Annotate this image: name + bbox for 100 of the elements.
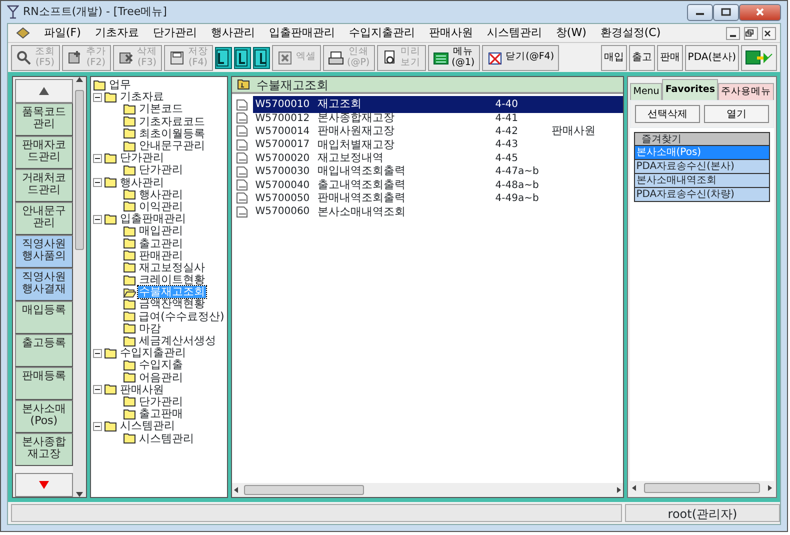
- panel-button[interactable]: 선택삭제: [635, 105, 700, 124]
- list-row[interactable]: W5700012 본사종합재고장 4-41: [232, 111, 624, 125]
- menu-shortcut-button[interactable]: 출고등록: [15, 334, 73, 367]
- tree-item[interactable]: 행사관리: [118, 176, 165, 189]
- tree-item[interactable]: 이익관리: [138, 200, 184, 213]
- tree-item[interactable]: 업무: [108, 79, 132, 92]
- tree-item[interactable]: 수입지출관리: [118, 347, 187, 360]
- collapse-toggle[interactable]: [92, 422, 102, 431]
- tree-item[interactable]: 입출판매관리: [118, 213, 187, 226]
- collapse-toggle[interactable]: [92, 348, 102, 358]
- collapse-toggle[interactable]: [92, 92, 102, 102]
- list-row[interactable]: W5700040 출고내역조회출력 4-48a~b: [232, 178, 624, 192]
- tree-item[interactable]: 행사관리: [138, 188, 184, 201]
- quick-button[interactable]: 판매: [656, 44, 683, 70]
- list-row[interactable]: W5700020 재고보정내역 4-45: [232, 152, 624, 165]
- tree-item[interactable]: 단가관리: [118, 152, 165, 164]
- tree-item[interactable]: 단가관리: [138, 164, 184, 176]
- scroll-right-icon[interactable]: [766, 484, 774, 492]
- menu-shortcut-button[interactable]: 판매자코 드관리: [15, 136, 73, 169]
- tree-item[interactable]: 급여(수수료정산): [138, 310, 226, 323]
- list-row[interactable]: W5700050 판매내역조회출력 4-49a~b: [232, 192, 624, 206]
- quick-button[interactable]: PDA(본사): [684, 44, 739, 70]
- panel-tab[interactable]: 주사용메뉴: [718, 83, 774, 100]
- tree-item[interactable]: 단가관리: [138, 396, 184, 408]
- scroll-down-icon[interactable]: [76, 492, 83, 497]
- tree-item[interactable]: 세금계산서생성: [138, 335, 217, 348]
- quick-button[interactable]: 출고: [628, 44, 655, 70]
- list-row[interactable]: W5700030 매입내역조회출력 4-47a~b: [232, 164, 624, 178]
- tree-item[interactable]: 시스템관리: [118, 420, 176, 432]
- toolbar-button[interactable]: 닫기(@F4): [482, 44, 560, 70]
- favorite-item[interactable]: PDA자료송수신(본사): [634, 160, 770, 174]
- menu-item[interactable]: 기초자료: [94, 24, 139, 42]
- mdi-restore-button[interactable]: [744, 26, 758, 40]
- scroll-right-icon[interactable]: [615, 486, 624, 494]
- tree-item[interactable]: 매입관리: [138, 225, 184, 238]
- tree-item[interactable]: 안내문구관리: [138, 140, 206, 152]
- tree-item[interactable]: 최초이월등록: [138, 128, 206, 140]
- quick-button[interactable]: 매입: [600, 44, 627, 70]
- collapse-toggle[interactable]: [92, 385, 102, 394]
- scroll-left-icon[interactable]: [630, 484, 638, 492]
- menu-item[interactable]: 입출판매관리: [268, 24, 335, 42]
- scroll-up-icon[interactable]: [76, 77, 83, 82]
- favorite-item[interactable]: 본사소매내역조회: [634, 174, 770, 188]
- scroll-left-icon[interactable]: [232, 486, 240, 494]
- menu-shortcut-button[interactable]: 안내문구 관리: [15, 202, 73, 235]
- scrollbar-thumb[interactable]: [74, 90, 84, 250]
- tree-item[interactable]: 기초자료코드: [138, 116, 206, 128]
- scroll-down-button[interactable]: [15, 473, 73, 497]
- list-row[interactable]: W5700017 매입처별재고장 4-43: [232, 138, 624, 152]
- panel-button[interactable]: 열기: [704, 105, 769, 124]
- panel-tab[interactable]: Favorites: [662, 79, 718, 100]
- menu-shortcut-button[interactable]: 판매등록: [15, 367, 73, 400]
- favorite-item[interactable]: PDA자료송수신(차량): [634, 188, 770, 202]
- scrollbar-thumb[interactable]: [644, 483, 760, 493]
- menu-item[interactable]: 파일(F): [44, 24, 81, 42]
- tree-item[interactable]: 수입지출: [138, 359, 184, 372]
- mdi-minimize-button[interactable]: [726, 26, 740, 40]
- list-row[interactable]: W5700060 본사소매내역조회: [232, 205, 624, 219]
- menu-shortcut-button[interactable]: 직영사원 행사품의: [15, 235, 73, 268]
- scrollbar-thumb[interactable]: [244, 485, 364, 495]
- panel-tab[interactable]: Menu: [630, 83, 662, 100]
- tree-item[interactable]: 기초자료: [118, 91, 165, 104]
- menu-item[interactable]: 수입지출관리: [348, 24, 415, 42]
- mdi-close-button[interactable]: [762, 26, 776, 40]
- tree-item[interactable]: 금액잔액현황: [138, 298, 206, 310]
- menu-shortcut-button[interactable]: 매입등록: [15, 301, 73, 334]
- tree-item[interactable]: 기본코드: [138, 103, 184, 116]
- scroll-up-button[interactable]: [15, 79, 73, 103]
- toolbar-button[interactable]: 메뉴 (@1): [428, 44, 480, 70]
- tree-item[interactable]: 어음관리: [138, 372, 184, 384]
- tree-item[interactable]: 출고판매: [138, 408, 184, 420]
- menu-item[interactable]: 단가관리: [152, 24, 197, 42]
- exit-button[interactable]: [741, 44, 777, 70]
- menu-item[interactable]: 시스템관리: [486, 24, 542, 42]
- tree-item[interactable]: 시스템관리: [138, 432, 195, 445]
- menu-item[interactable]: 판매사원: [428, 24, 473, 42]
- tree-item[interactable]: 크레이트현황: [138, 274, 206, 286]
- menu-shortcut-button[interactable]: 본사종합 재고장: [15, 433, 73, 466]
- collapse-toggle[interactable]: [92, 154, 102, 163]
- tree-item[interactable]: 출고관리: [138, 238, 184, 250]
- tree-item[interactable]: 판매관리: [138, 250, 184, 262]
- collapse-toggle[interactable]: [92, 214, 102, 224]
- menu-shortcut-button[interactable]: 품목코드 관리: [15, 103, 73, 136]
- menu-shortcut-button[interactable]: 직영사원 행사결재: [15, 268, 73, 301]
- tree-item[interactable]: 판매사원: [118, 384, 165, 396]
- layout-button[interactable]: [215, 46, 232, 68]
- collapse-toggle[interactable]: [92, 178, 102, 188]
- tree-item[interactable]: 마감: [138, 322, 162, 335]
- maximize-button[interactable]: [713, 4, 739, 20]
- menu-item[interactable]: 환경설정(C): [600, 24, 661, 42]
- layout-button[interactable]: [234, 46, 251, 68]
- menu-item[interactable]: 창(W): [556, 24, 586, 42]
- layout-button[interactable]: [253, 46, 270, 68]
- menu-shortcut-button[interactable]: 본사소매 (Pos): [15, 400, 73, 433]
- menu-item[interactable]: 행사관리: [210, 24, 255, 42]
- minimize-button[interactable]: [687, 4, 713, 20]
- menu-shortcut-button[interactable]: 거래처코 드관리: [15, 169, 73, 202]
- close-button[interactable]: [739, 4, 781, 20]
- list-row[interactable]: W5700014 판매사원재고장 4-42 판매사원: [232, 124, 624, 138]
- tree-item[interactable]: 재고보정실사: [138, 262, 206, 274]
